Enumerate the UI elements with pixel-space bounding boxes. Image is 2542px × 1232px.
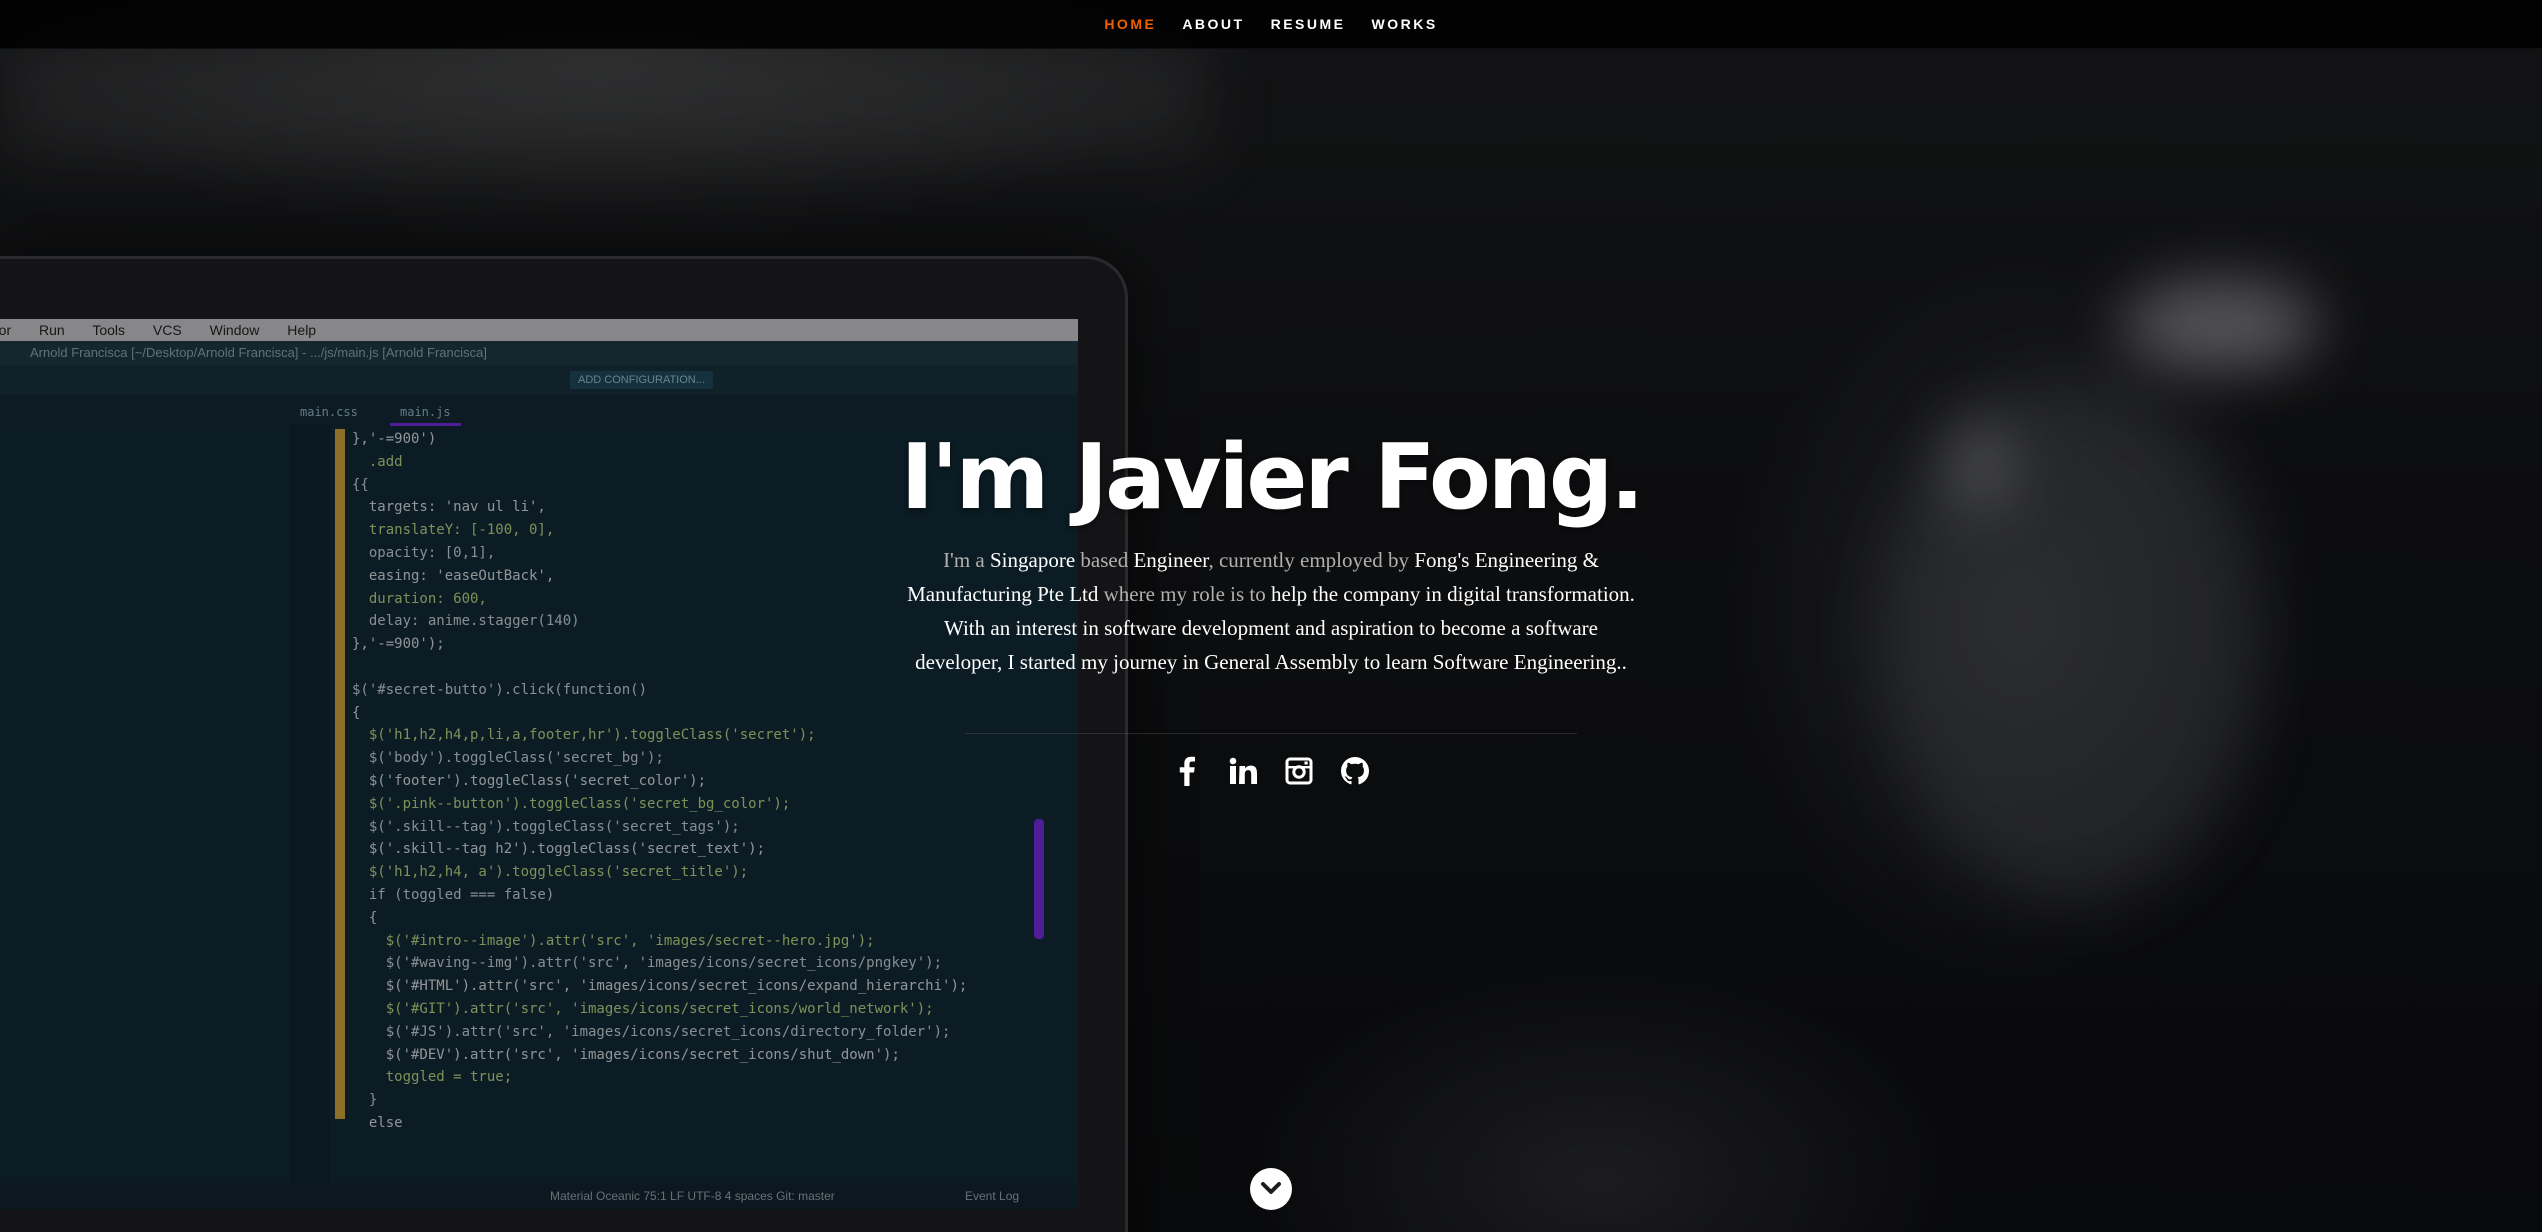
nav-about[interactable]: ABOUT — [1182, 16, 1244, 32]
intro-location: Singapore — [990, 548, 1076, 572]
nav-home[interactable]: HOME — [1104, 16, 1156, 32]
facebook-icon — [1179, 756, 1195, 786]
social-links — [0, 755, 2542, 787]
instagram-link[interactable] — [1283, 755, 1315, 787]
nav-works[interactable]: WORKS — [1372, 16, 1438, 32]
linkedin-icon — [1229, 757, 1257, 784]
top-navbar: HOME ABOUT RESUME WORKS — [0, 0, 2542, 49]
facebook-link[interactable] — [1171, 755, 1203, 787]
github-icon — [1341, 757, 1369, 785]
hero-intro: I'm a Singapore based Engineer, currentl… — [907, 548, 1635, 674]
hero-headline: I'm Javier Fong. — [900, 425, 1645, 530]
github-link[interactable] — [1339, 755, 1371, 787]
scroll-down-button[interactable] — [1250, 1168, 1292, 1210]
intro-role: Engineer — [1133, 548, 1209, 572]
hero-section: I'm Javier Fong. I'm a Singapore based E… — [0, 0, 2542, 1232]
intro-mission: help the company in digital transformati… — [1271, 582, 1630, 606]
nav-resume[interactable]: RESUME — [1271, 16, 1346, 32]
hero-divider — [965, 733, 1577, 734]
linkedin-link[interactable] — [1227, 755, 1259, 787]
instagram-icon — [1285, 757, 1313, 785]
chevron-down-icon — [1261, 1182, 1281, 1194]
